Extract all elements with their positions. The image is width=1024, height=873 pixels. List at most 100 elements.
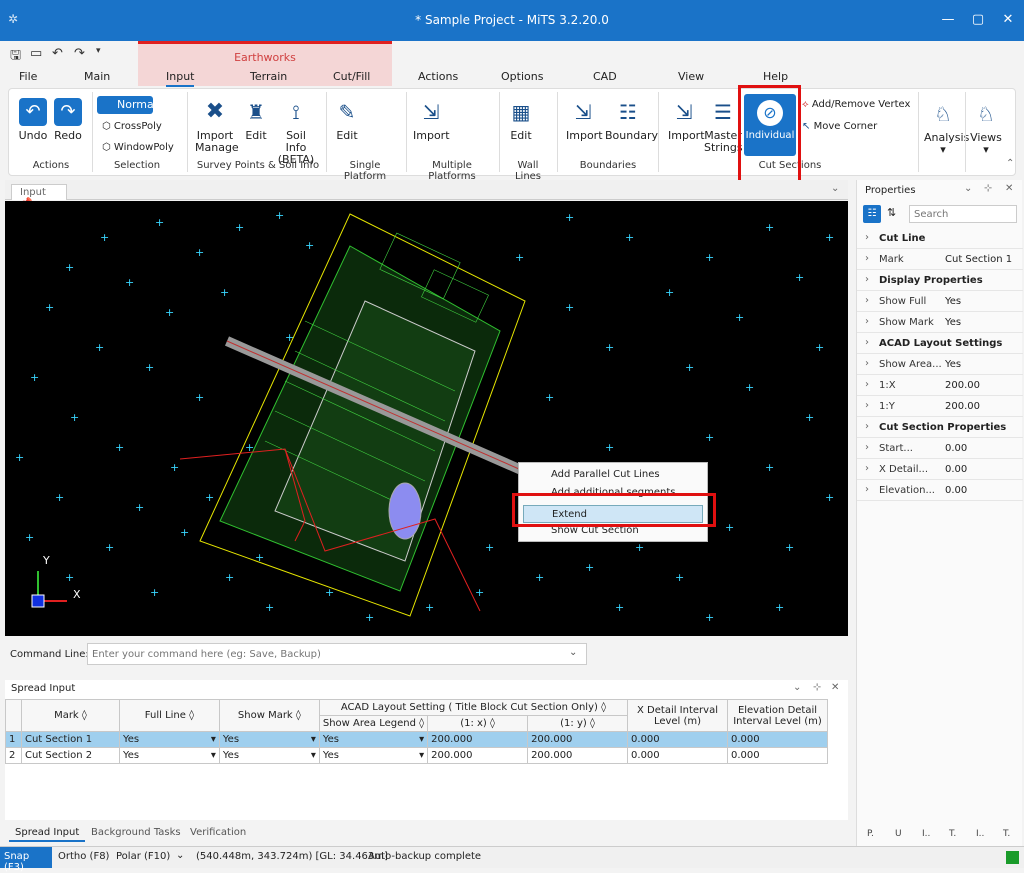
ptab[interactable]: P. bbox=[867, 829, 874, 839]
property-value[interactable]: 0.00 bbox=[945, 464, 967, 475]
dropdown-arrow-icon[interactable]: ▾ bbox=[211, 734, 216, 745]
platform-import-button[interactable]: ⇲ Import bbox=[413, 98, 450, 142]
chevron-down-icon[interactable]: ⌄ bbox=[793, 682, 801, 693]
chevron-right-icon[interactable]: › bbox=[865, 253, 869, 264]
chevron-right-icon[interactable]: › bbox=[865, 358, 869, 369]
table-row[interactable]: 1 Cut Section 1 Yes ▾ Yes ▾ Yes ▾ 200.000 200.… bbox=[5, 731, 829, 748]
property-value[interactable]: Yes bbox=[945, 317, 961, 328]
dropdown-arrow-icon[interactable]: ▾ bbox=[419, 734, 424, 745]
cell-full-line[interactable]: Yes ▾ bbox=[118, 731, 220, 748]
master-strings-button[interactable]: ☰ Master Strings bbox=[704, 98, 743, 154]
command-input[interactable] bbox=[87, 643, 587, 665]
cell-show-area-legend[interactable]: Yes ▾ bbox=[318, 731, 429, 748]
pin-icon[interactable]: ⊹ bbox=[984, 183, 992, 194]
chevron-down-icon[interactable]: ⌄ bbox=[176, 850, 184, 861]
boundary-import-button[interactable]: ⇲ Import bbox=[566, 98, 603, 142]
views-button[interactable]: ♘ Views ▾ bbox=[969, 100, 1003, 156]
chevron-right-icon[interactable]: › bbox=[865, 421, 869, 432]
property-value[interactable]: Cut Section 1 bbox=[945, 254, 1012, 265]
ptab[interactable]: T. bbox=[949, 829, 956, 839]
property-category[interactable]: › Display Properties bbox=[857, 270, 1023, 291]
column-header[interactable]: Mark ◊ bbox=[20, 699, 120, 732]
property-row[interactable]: › 1:X 200.00 bbox=[857, 375, 1023, 396]
close-icon[interactable]: ✕ bbox=[831, 682, 839, 693]
property-row[interactable]: › Elevation... 0.00 bbox=[857, 480, 1023, 501]
property-row[interactable]: › Mark Cut Section 1 bbox=[857, 249, 1023, 270]
chevron-right-icon[interactable]: › bbox=[865, 442, 869, 453]
dropdown-arrow-icon[interactable]: ▾ bbox=[419, 750, 424, 761]
column-header[interactable]: Show Area Legend ◊ bbox=[318, 715, 429, 732]
categorized-icon[interactable]: ☷ bbox=[863, 205, 881, 223]
alphabetical-icon[interactable]: ⇅ bbox=[887, 206, 896, 219]
redo-button[interactable]: ↷ Redo bbox=[53, 98, 83, 142]
open-folder-icon[interactable]: ▭ bbox=[30, 46, 42, 61]
property-value[interactable]: Yes bbox=[945, 359, 961, 370]
normal-selection-button[interactable]: Normal bbox=[97, 96, 157, 114]
tab-cutfill[interactable]: Cut/Fill bbox=[333, 70, 370, 83]
chevron-down-icon[interactable]: ⌄ bbox=[569, 647, 577, 658]
cell-show-area-legend[interactable]: Yes ▾ bbox=[318, 747, 429, 764]
undo-button[interactable]: ↶ Undo bbox=[18, 98, 48, 142]
chevron-right-icon[interactable]: › bbox=[865, 484, 869, 495]
ptab[interactable]: I.. bbox=[922, 829, 930, 839]
dropdown-arrow-icon[interactable]: ▾ bbox=[211, 750, 216, 761]
dropdown-arrow-icon[interactable]: ▾ bbox=[311, 734, 316, 745]
ortho-toggle[interactable]: Ortho (F8) bbox=[58, 851, 109, 862]
chevron-right-icon[interactable]: › bbox=[865, 316, 869, 327]
maximize-icon[interactable]: ▢ bbox=[968, 10, 988, 30]
cell-mark[interactable]: Cut Section 1 bbox=[20, 731, 120, 748]
tab-actions[interactable]: Actions bbox=[418, 70, 458, 83]
customize-icon[interactable]: ▾ bbox=[96, 46, 101, 56]
chevron-right-icon[interactable]: › bbox=[865, 337, 869, 348]
property-category[interactable]: › ACAD Layout Settings bbox=[857, 333, 1023, 354]
cell-scale-y[interactable]: 200.000 bbox=[527, 731, 629, 748]
boundary-button[interactable]: ☷ Boundary bbox=[605, 98, 658, 142]
column-header[interactable]: (1: y) ◊ bbox=[527, 715, 629, 732]
cell-full-line[interactable]: Yes ▾ bbox=[118, 747, 220, 764]
survey-edit-button[interactable]: ♜ Edit bbox=[240, 98, 272, 142]
menu-item-add-parallel[interactable]: Add Parallel Cut Lines bbox=[551, 469, 660, 480]
property-row[interactable]: › Show Mark Yes bbox=[857, 312, 1023, 333]
property-row[interactable]: › 1:Y 200.00 bbox=[857, 396, 1023, 417]
tab-background-tasks[interactable]: Background Tasks bbox=[91, 827, 181, 838]
tab-verification[interactable]: Verification bbox=[190, 827, 246, 838]
property-value[interactable]: 200.00 bbox=[945, 401, 980, 412]
cut-import-button[interactable]: ⇲ Import bbox=[668, 98, 705, 142]
property-value[interactable]: 200.00 bbox=[945, 380, 980, 391]
property-row[interactable]: › Show Full Yes bbox=[857, 291, 1023, 312]
move-corner-button[interactable]: ↖ Move Corner bbox=[802, 121, 877, 132]
add-remove-vertex-button[interactable]: ⟡ Add/Remove Vertex bbox=[802, 99, 910, 110]
tab-help[interactable]: Help bbox=[763, 70, 788, 83]
close-icon[interactable]: ✕ bbox=[1005, 183, 1013, 194]
soil-info-button[interactable]: ⟟ Soil Info (BETA) bbox=[276, 98, 316, 166]
column-header[interactable]: Show Mark ◊ bbox=[218, 699, 320, 732]
wall-edit-button[interactable]: ▦ Edit bbox=[506, 98, 536, 142]
chevron-down-icon[interactable]: ⌄ bbox=[964, 183, 972, 194]
cell-scale-x[interactable]: 200.000 bbox=[427, 731, 529, 748]
property-row[interactable]: › X Detail... 0.00 bbox=[857, 459, 1023, 480]
analysis-button[interactable]: ♘ Analysis ▾ bbox=[924, 100, 969, 156]
column-header[interactable]: X Detail Interval Level (m) bbox=[627, 699, 728, 732]
chevron-right-icon[interactable]: › bbox=[865, 400, 869, 411]
chevron-down-icon[interactable]: ⌄ bbox=[831, 183, 839, 194]
tab-spread-input[interactable]: Spread Input bbox=[9, 827, 86, 842]
chevron-right-icon[interactable]: › bbox=[865, 463, 869, 474]
undo-icon[interactable]: ↶ bbox=[52, 46, 63, 61]
ptab[interactable]: U bbox=[895, 829, 902, 839]
chevron-right-icon[interactable]: › bbox=[865, 274, 869, 285]
tab-view[interactable]: View bbox=[678, 70, 704, 83]
crosspoly-button[interactable]: ⬡ CrossPoly bbox=[102, 121, 162, 132]
cell-x-detail[interactable]: 0.000 bbox=[627, 731, 728, 748]
import-manage-button[interactable]: ✖ Import Manage bbox=[195, 98, 239, 154]
chevron-right-icon[interactable]: › bbox=[865, 295, 869, 306]
cell-show-mark[interactable]: Yes ▾ bbox=[218, 731, 320, 748]
column-header[interactable]: Full Line ◊ bbox=[118, 699, 220, 732]
tab-input[interactable]: Input bbox=[166, 70, 195, 87]
snap-toggle[interactable]: Snap (F3) bbox=[0, 847, 52, 873]
tab-main[interactable]: Main bbox=[84, 70, 110, 83]
redo-icon[interactable]: ↷ bbox=[74, 46, 85, 61]
tab-terrain[interactable]: Terrain bbox=[250, 70, 287, 83]
chevron-right-icon[interactable]: › bbox=[865, 379, 869, 390]
chevron-right-icon[interactable]: › bbox=[865, 232, 869, 243]
column-header[interactable]: Elevation Detail Interval Level (m) bbox=[726, 699, 829, 732]
